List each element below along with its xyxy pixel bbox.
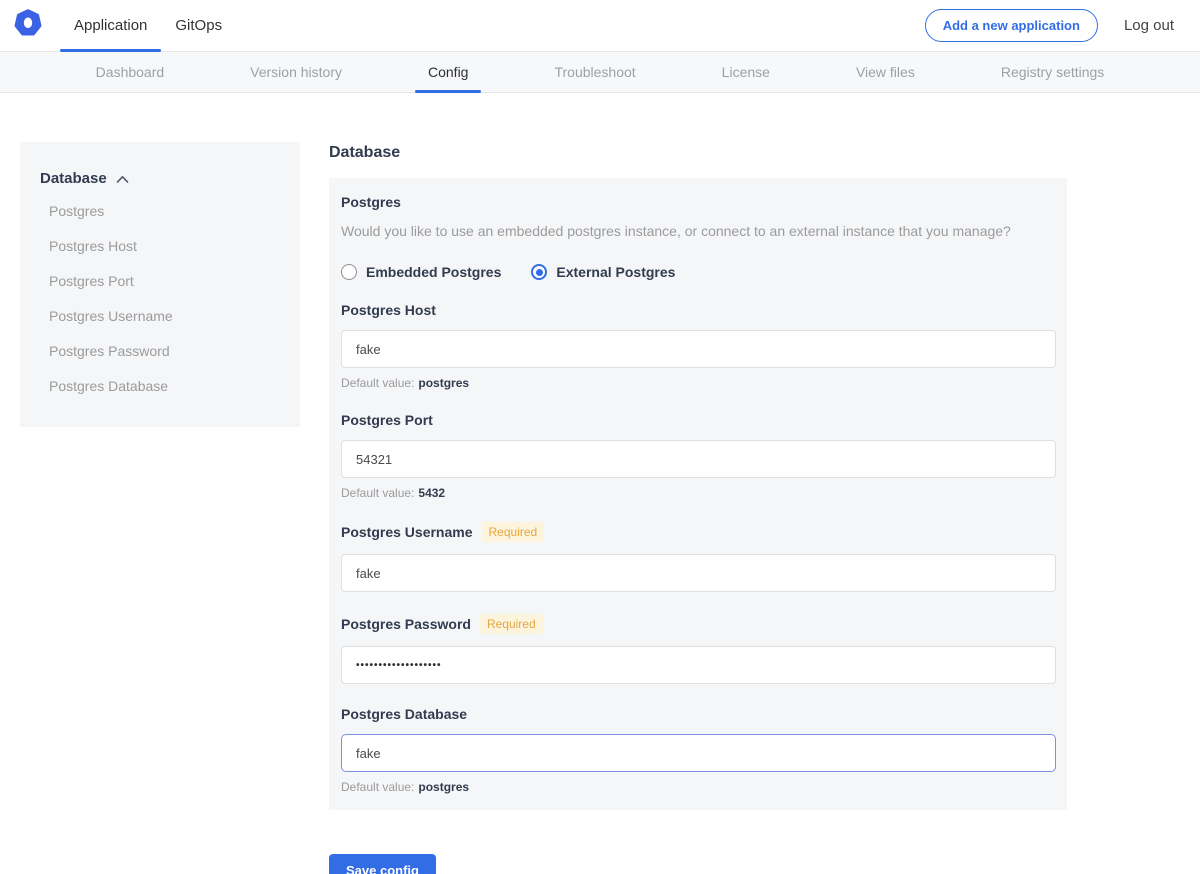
default-value-label: Default value: <box>341 376 414 390</box>
field-postgres-password: Postgres Password Required <box>341 614 1055 684</box>
postgres-password-input[interactable] <box>341 646 1056 684</box>
database-config-card: Postgres Would you like to use an embedd… <box>329 178 1067 810</box>
postgres-host-input[interactable] <box>341 330 1056 368</box>
sidebar-item-postgres-database[interactable]: Postgres Database <box>40 376 280 397</box>
top-nav-right: Add a new application Log out <box>925 0 1200 51</box>
radio-selected-icon[interactable] <box>531 264 547 280</box>
tab-application-label: Application <box>74 17 147 34</box>
subnav-item-config[interactable]: Config <box>415 52 481 92</box>
radio-embedded-label: Embedded Postgres <box>366 264 501 280</box>
default-value-text: postgres <box>418 780 469 794</box>
postgres-database-default: Default value: postgres <box>341 780 1055 794</box>
radio-external-postgres[interactable]: External Postgres <box>531 264 675 280</box>
subnav-item-license[interactable]: License <box>709 52 783 92</box>
field-postgres-host: Postgres Host Default value: postgres <box>341 302 1055 390</box>
postgres-group-label: Postgres <box>341 194 1055 210</box>
required-badge: Required <box>482 522 545 542</box>
field-postgres-database: Postgres Database Default value: postgres <box>341 706 1055 794</box>
top-nav: Application GitOps Add a new application… <box>0 0 1200 52</box>
tab-gitops[interactable]: GitOps <box>161 0 236 51</box>
subnav-item-registry-settings[interactable]: Registry settings <box>988 52 1117 92</box>
postgres-database-label: Postgres Database <box>341 706 1055 722</box>
section-title: Database <box>329 144 1067 162</box>
postgres-port-input[interactable] <box>341 440 1056 478</box>
radio-external-label: External Postgres <box>556 264 675 280</box>
postgres-password-label: Postgres Password Required <box>341 614 1055 634</box>
tab-gitops-label: GitOps <box>175 17 222 34</box>
postgres-username-label-text: Postgres Username <box>341 524 473 540</box>
sidebar-item-postgres[interactable]: Postgres <box>40 201 280 222</box>
postgres-host-default: Default value: postgres <box>341 376 1055 390</box>
add-application-button[interactable]: Add a new application <box>925 9 1098 42</box>
replicated-logo-icon <box>14 9 42 42</box>
required-badge: Required <box>480 614 543 634</box>
field-postgres-username: Postgres Username Required <box>341 522 1055 592</box>
config-sidebar: Database Postgres Postgres Host Postgres… <box>20 142 300 427</box>
sidebar-group-label: Database <box>40 170 107 187</box>
logout-link[interactable]: Log out <box>1124 17 1174 34</box>
postgres-username-input[interactable] <box>341 554 1056 592</box>
subnav-item-view-files[interactable]: View files <box>843 52 928 92</box>
postgres-group-help: Would you like to use an embedded postgr… <box>341 222 1055 241</box>
config-main: Database Postgres Would you like to use … <box>329 142 1067 874</box>
save-config-button[interactable]: Save config <box>329 854 436 874</box>
sidebar-item-postgres-username[interactable]: Postgres Username <box>40 306 280 327</box>
config-page: Database Postgres Postgres Host Postgres… <box>0 93 1200 874</box>
default-value-text: 5432 <box>418 486 445 500</box>
app-logo[interactable] <box>10 0 60 51</box>
sidebar-item-postgres-host[interactable]: Postgres Host <box>40 236 280 257</box>
subnav-item-troubleshoot[interactable]: Troubleshoot <box>541 52 648 92</box>
default-value-label: Default value: <box>341 486 414 500</box>
app-sub-nav: Dashboard Version history Config Trouble… <box>0 52 1200 93</box>
default-value-label: Default value: <box>341 780 414 794</box>
postgres-username-label: Postgres Username Required <box>341 522 1055 542</box>
sidebar-group-database[interactable]: Database <box>40 170 280 187</box>
tab-application[interactable]: Application <box>60 0 161 51</box>
radio-embedded-postgres[interactable]: Embedded Postgres <box>341 264 501 280</box>
sidebar-item-postgres-password[interactable]: Postgres Password <box>40 341 280 362</box>
postgres-radio-group: Embedded Postgres External Postgres <box>341 264 1055 280</box>
postgres-host-label: Postgres Host <box>341 302 1055 318</box>
subnav-item-version-history[interactable]: Version history <box>237 52 355 92</box>
subnav-item-dashboard[interactable]: Dashboard <box>83 52 178 92</box>
postgres-port-label: Postgres Port <box>341 412 1055 428</box>
sidebar-item-postgres-port[interactable]: Postgres Port <box>40 271 280 292</box>
chevron-up-icon <box>116 175 129 184</box>
radio-unselected-icon[interactable] <box>341 264 357 280</box>
postgres-port-default: Default value: 5432 <box>341 486 1055 500</box>
default-value-text: postgres <box>418 376 469 390</box>
postgres-password-label-text: Postgres Password <box>341 616 471 632</box>
field-postgres-port: Postgres Port Default value: 5432 <box>341 412 1055 500</box>
postgres-database-input[interactable] <box>341 734 1056 772</box>
